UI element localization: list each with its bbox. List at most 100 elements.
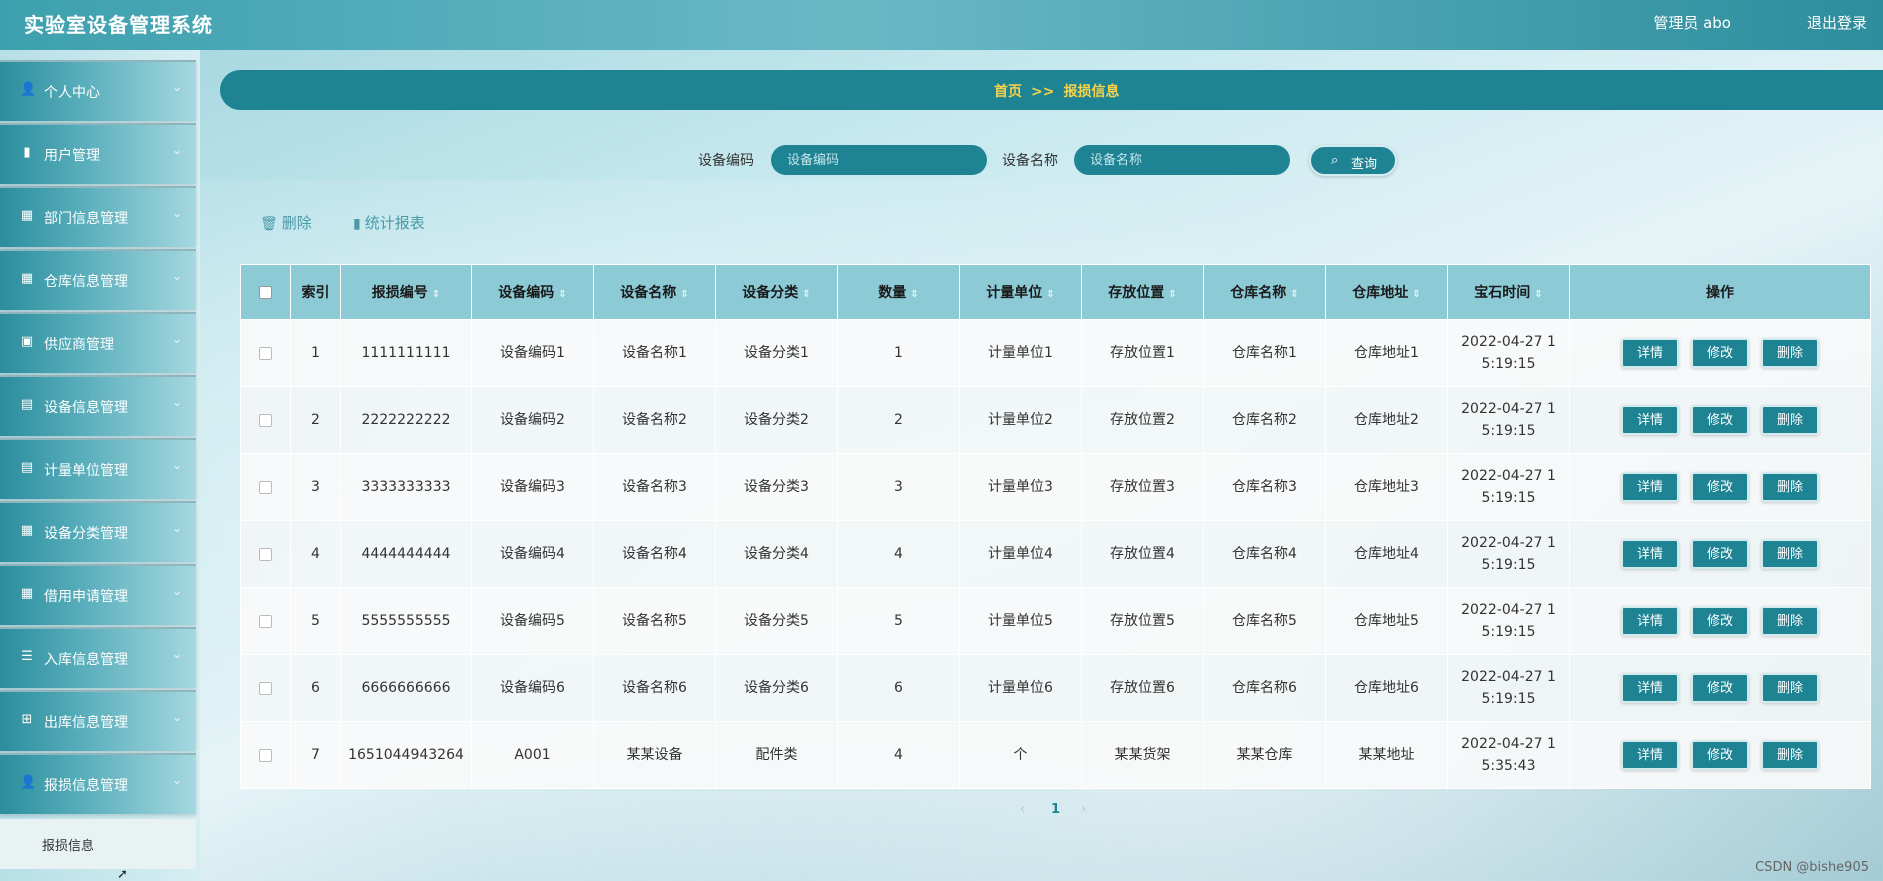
delete-button[interactable]: 删除	[1761, 405, 1819, 435]
table-cell-time: 2022-04-27 1 5:19:15	[1447, 520, 1570, 588]
table-cell-ops: 详情 修改 删除	[1569, 453, 1871, 521]
detail-button[interactable]: 详情	[1621, 740, 1679, 770]
sidebar-item-3[interactable]: ▦ 部门信息管理 ⌄	[0, 186, 196, 247]
grid-icon: ▦	[20, 586, 34, 601]
sidebar-item-11[interactable]: ⊞ 出库信息管理 ⌄	[0, 690, 196, 751]
logout-link[interactable]: 退出登录	[1807, 12, 1867, 33]
statistics-report-button[interactable]: ▮ 统计报表	[353, 212, 425, 233]
column-header[interactable]: 仓库地址 ⇕	[1325, 264, 1448, 320]
row-checkbox[interactable]	[259, 480, 272, 494]
table-cell-ops: 详情 修改 删除	[1569, 386, 1871, 454]
sidebar-item-12[interactable]: 👤 报损信息管理 ⌄	[0, 753, 196, 814]
table-row[interactable]: 2 2222222222 设备编码2 设备名称2 设备分类2 2 计量单位2 存放位置2 仓库名…	[240, 386, 1871, 454]
sidebar-item-2[interactable]: ▮ 用户管理 ⌄	[0, 123, 196, 184]
edit-button[interactable]: 修改	[1691, 472, 1749, 502]
pager-next[interactable]: ›	[1081, 802, 1086, 817]
detail-button[interactable]: 详情	[1621, 338, 1679, 368]
chevron-down-icon: ⌄	[171, 584, 182, 598]
sort-icon[interactable]: ⇕	[802, 289, 810, 300]
table-row[interactable]: 6 6666666666 设备编码6 设备名称6 设备分类6 6 计量单位6 存放位置6 仓库名…	[240, 654, 1871, 722]
column-header[interactable]: 宝石时间 ⇕	[1447, 264, 1570, 320]
sidebar-item-4[interactable]: ▦ 仓库信息管理 ⌄	[0, 249, 196, 310]
search-button[interactable]: ⌕ 查询	[1309, 145, 1397, 176]
device-name-label: 设备名称	[1002, 153, 1058, 169]
delete-button[interactable]: 删除	[1761, 673, 1819, 703]
table-row[interactable]: 5 5555555555 设备编码5 设备名称5 设备分类5 5 计量单位5 存放位置5 仓库名…	[240, 587, 1871, 655]
table-cell-ops: 详情 修改 删除	[1569, 520, 1871, 588]
chevron-down-icon: ⌄	[171, 395, 182, 409]
select-all-cell	[240, 264, 291, 320]
table-row[interactable]: 3 3333333333 设备编码3 设备名称3 设备分类3 3 计量单位3 存放位置3 仓库名…	[240, 453, 1871, 521]
column-header[interactable]: 设备名称 ⇕	[593, 264, 716, 320]
row-checkbox[interactable]	[259, 614, 272, 628]
table-cell-no: 1111111111	[340, 319, 472, 387]
column-header[interactable]: 仓库名称 ⇕	[1203, 264, 1326, 320]
pager-prev[interactable]: ‹	[1020, 802, 1025, 817]
device-code-input[interactable]	[771, 145, 987, 175]
table-row[interactable]: 7 1651044943264 A001 某某设备 配件类 4 个某某货架 某某仓库 某某地址 2…	[240, 721, 1871, 789]
column-header: 操作	[1569, 264, 1871, 320]
sort-icon[interactable]: ⇕	[432, 289, 440, 300]
detail-button[interactable]: 详情	[1621, 606, 1679, 636]
row-checkbox[interactable]	[259, 547, 272, 561]
sort-icon[interactable]: ⇕	[910, 289, 918, 300]
time-line-2: 5:19:15	[1481, 423, 1536, 439]
column-header[interactable]: 数量 ⇕	[837, 264, 960, 320]
sidebar-item-8[interactable]: ▦ 设备分类管理 ⌄	[0, 501, 196, 562]
edit-button[interactable]: 修改	[1691, 338, 1749, 368]
breadcrumb-home[interactable]: 首页	[994, 84, 1022, 100]
select-all-checkbox[interactable]	[259, 285, 272, 299]
edit-button[interactable]: 修改	[1691, 606, 1749, 636]
sort-icon[interactable]: ⇕	[1168, 289, 1176, 300]
table-cell-loc: 某某货架	[1081, 721, 1204, 789]
table-row[interactable]: 1 1111111111 设备编码1 设备名称1 设备分类1 1 计量单位1 存放位置1 仓库名…	[240, 319, 1871, 387]
row-checkbox[interactable]	[259, 346, 272, 360]
table-cell-code: 设备编码1	[471, 319, 594, 387]
watermark: CSDN @bishe905	[1755, 860, 1869, 875]
delete-button[interactable]: 删除	[1761, 472, 1819, 502]
row-checkbox[interactable]	[259, 681, 272, 695]
sidebar-item-6[interactable]: ▤ 设备信息管理 ⌄	[0, 375, 196, 436]
table-row[interactable]: 4 4444444444 设备编码4 设备名称4 设备分类4 4 计量单位4 存放位置4 仓库名…	[240, 520, 1871, 588]
row-select-cell	[240, 386, 291, 454]
sort-icon[interactable]: ⇕	[1534, 289, 1542, 300]
delete-button[interactable]: 删除	[1761, 740, 1819, 770]
sort-icon[interactable]: ⇕	[680, 289, 688, 300]
sidebar-item-9[interactable]: ▦ 借用申请管理 ⌄	[0, 564, 196, 625]
row-checkbox[interactable]	[259, 748, 272, 762]
sidebar-item-5[interactable]: ▣ 供应商管理 ⌄	[0, 312, 196, 373]
sidebar-subitem-report-loss[interactable]: 报损信息	[0, 819, 196, 869]
pager-page-1[interactable]: 1	[1051, 802, 1060, 817]
table-cell-loc: 存放位置4	[1081, 520, 1204, 588]
edit-button[interactable]: 修改	[1691, 539, 1749, 569]
detail-button[interactable]: 详情	[1621, 405, 1679, 435]
detail-button[interactable]: 详情	[1621, 472, 1679, 502]
table-cell-loc: 存放位置1	[1081, 319, 1204, 387]
edit-button[interactable]: 修改	[1691, 740, 1749, 770]
delete-button[interactable]: 删除	[1761, 539, 1819, 569]
sidebar-item-1[interactable]: 👤 个人中心 ⌄	[0, 60, 196, 121]
edit-button[interactable]: 修改	[1691, 405, 1749, 435]
column-header[interactable]: 计量单位 ⇕	[959, 264, 1082, 320]
detail-button[interactable]: 详情	[1621, 673, 1679, 703]
edit-button[interactable]: 修改	[1691, 673, 1749, 703]
sort-icon[interactable]: ⇕	[1046, 289, 1054, 300]
table-cell-idx: 4	[290, 520, 341, 588]
table-cell-unit: 计量单位5	[959, 587, 1082, 655]
column-header[interactable]: 设备分类 ⇕	[715, 264, 838, 320]
delete-button[interactable]: 删除	[1761, 606, 1819, 636]
sidebar-item-7[interactable]: ▤ 计量单位管理 ⌄	[0, 438, 196, 499]
sort-icon[interactable]: ⇕	[1290, 289, 1298, 300]
sort-icon[interactable]: ⇕	[1412, 289, 1420, 300]
device-name-input[interactable]	[1074, 145, 1290, 175]
sort-icon[interactable]: ⇕	[558, 289, 566, 300]
data-table: 索引 报损编号 ⇕ 设备编码 ⇕ 设备名称 ⇕ 设备分类 ⇕ 数量 ⇕ 计量单位 ⇕ 存放位置 ⇕ 仓库名称 ⇕…	[240, 264, 1871, 789]
batch-delete-button[interactable]: 🗑 删除	[260, 212, 312, 233]
column-header[interactable]: 存放位置 ⇕	[1081, 264, 1204, 320]
delete-button[interactable]: 删除	[1761, 338, 1819, 368]
detail-button[interactable]: 详情	[1621, 539, 1679, 569]
column-header[interactable]: 报损编号 ⇕	[340, 264, 472, 320]
sidebar-item-10[interactable]: ☰ 入库信息管理 ⌄	[0, 627, 196, 688]
column-header[interactable]: 设备编码 ⇕	[471, 264, 594, 320]
row-checkbox[interactable]	[259, 413, 272, 427]
